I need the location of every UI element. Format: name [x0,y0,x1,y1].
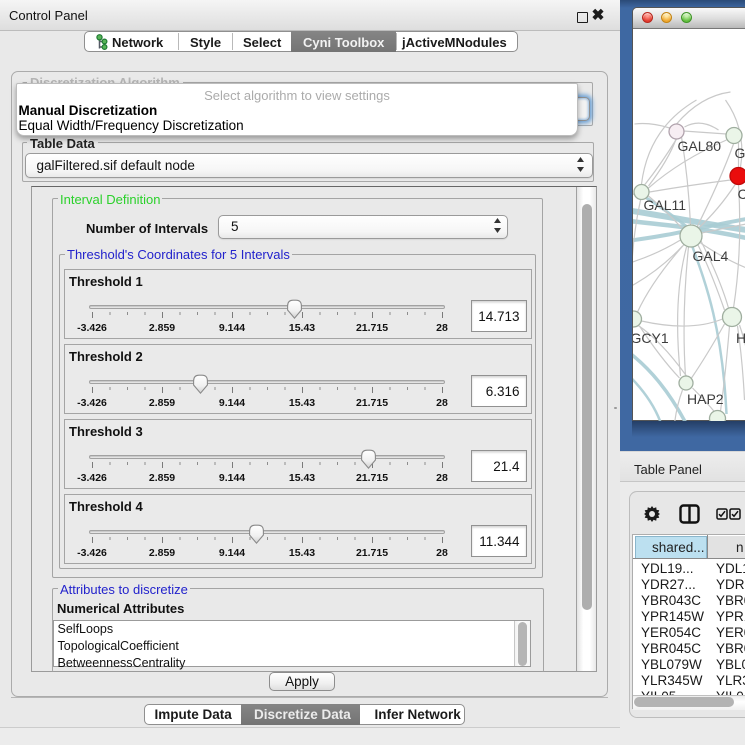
svg-text:GA: GA [734,145,745,161]
svg-text:GAL11: GAL11 [643,197,686,213]
svg-text:GAL80: GAL80 [677,138,721,154]
svg-text:C: C [737,186,745,202]
svg-text:GAL4: GAL4 [692,248,728,264]
svg-text:HAP2: HAP2 [687,391,724,407]
svg-text:H: H [736,330,745,346]
svg-text:GCY1: GCY1 [633,330,669,346]
